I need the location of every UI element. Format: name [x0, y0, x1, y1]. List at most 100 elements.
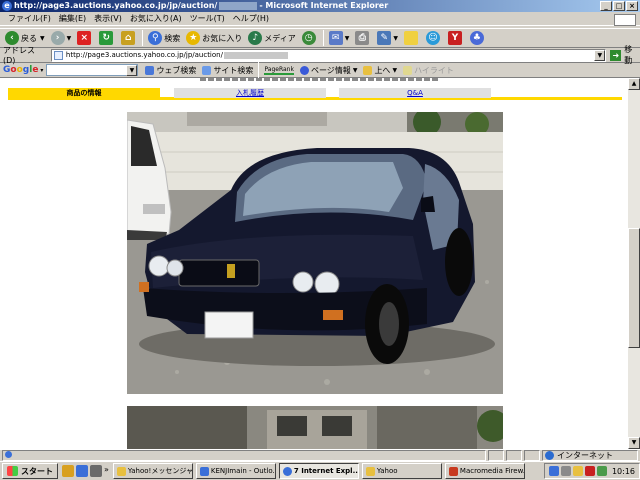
print-icon: ⎙ [355, 31, 370, 45]
web-search-label: ウェブ検索 [156, 65, 197, 75]
menu-edit[interactable]: 編集(E) [55, 12, 90, 26]
media-button[interactable]: ♪ メディア [245, 29, 298, 47]
tray-icon[interactable] [548, 466, 559, 476]
menu-favorites[interactable]: お気に入り(A) [126, 12, 186, 26]
tray-icon[interactable] [596, 466, 607, 476]
auction-tabs: 商品の情報 入札履歴 Q&A [8, 88, 622, 100]
discuss-button[interactable] [401, 29, 423, 47]
home-icon: ⌂ [121, 31, 136, 45]
quick-launch-icon[interactable] [90, 465, 102, 477]
taskbar: スタート » Yahoo!メッセンジャー KENJImain - Outlo..… [0, 461, 640, 480]
address-input[interactable]: http://page3.auctions.yahoo.co.jp/jp/auc… [50, 48, 607, 62]
menu-view[interactable]: 表示(V) [90, 12, 126, 26]
windows-logo-icon [614, 14, 636, 26]
forward-arrow-icon: › [50, 31, 65, 45]
security-zone: インターネット [542, 450, 638, 461]
car-photo-second [127, 406, 503, 449]
site-search-label: サイト検索 [213, 65, 254, 75]
site-search-icon [202, 65, 212, 75]
search-button[interactable]: ⚲ 検索 [145, 29, 183, 47]
vertical-scrollbar[interactable]: ▲ ▼ [628, 78, 640, 449]
stop-icon: × [77, 31, 92, 45]
tab-bid-history[interactable]: 入札履歴 [174, 88, 326, 98]
search-label: 検索 [164, 33, 181, 43]
web-search-button[interactable]: ウェブ検索 [142, 65, 199, 76]
menu-bar: ファイル(F) 編集(E) 表示(V) お気に入り(A) ツール(T) ヘルプ(… [0, 12, 640, 26]
forward-button[interactable]: › ▼ [48, 29, 75, 47]
print-button[interactable]: ⎙ [352, 29, 374, 47]
pagerank-label: PageRank [264, 65, 294, 75]
quick-launch-icon[interactable] [76, 465, 88, 477]
google-search-input[interactable]: ▼ [46, 64, 139, 76]
scroll-down-button[interactable]: ▼ [628, 437, 640, 449]
page-info-dropdown-icon: ▼ [352, 66, 358, 74]
task-button-outlook[interactable]: KENJImain - Outlo... [195, 463, 276, 479]
car-photo [127, 112, 503, 394]
pagerank-indicator[interactable]: PageRank [261, 66, 297, 75]
status-cell [506, 450, 522, 461]
address-url: http://page3.auctions.yahoo.co.jp/jp/auc… [65, 51, 223, 59]
task-label: Yahoo [376, 467, 398, 475]
maximize-button[interactable]: □ [613, 1, 625, 11]
people-button[interactable]: ♣ [467, 29, 489, 47]
menu-help[interactable]: ヘルプ(H) [229, 12, 273, 26]
scroll-thumb[interactable] [628, 228, 640, 348]
page-info-button[interactable]: ページ情報 ▼ [297, 65, 360, 76]
google-logo[interactable]: Google [3, 65, 38, 75]
close-button[interactable]: × [626, 1, 638, 11]
clock[interactable]: 10:16 [612, 467, 635, 476]
task-label: 7 Internet Expl... [293, 467, 359, 475]
clipped-text-line [200, 78, 440, 81]
media-icon: ♪ [248, 31, 263, 45]
menu-tools[interactable]: ツール(T) [186, 12, 229, 26]
up-dropdown-icon: ▼ [392, 66, 398, 74]
minimize-button[interactable]: _ [600, 1, 612, 11]
status-bar: インターネット [0, 449, 640, 461]
title-app: - Microsoft Internet Explorer [259, 1, 389, 10]
edit-button[interactable]: ✎ ▼ [374, 29, 401, 47]
refresh-button[interactable]: ↻ [96, 29, 118, 47]
quick-launch: » [62, 465, 109, 477]
google-menu-icon[interactable]: ▾ [40, 67, 43, 74]
page-icon [53, 50, 63, 60]
task-button-ie[interactable]: 7 Internet Expl...▼ [278, 463, 359, 479]
web-search-icon [145, 65, 155, 75]
start-button[interactable]: スタート [2, 463, 58, 479]
up-button[interactable]: 上へ ▼ [360, 65, 400, 76]
toolbar-separator [322, 30, 324, 46]
folder-up-icon [363, 65, 373, 75]
scroll-up-button[interactable]: ▲ [628, 78, 640, 90]
menu-file[interactable]: ファイル(F) [4, 12, 55, 26]
globe-icon [545, 451, 554, 460]
fireworks-icon [448, 466, 458, 476]
favorites-button[interactable]: ★ お気に入り [183, 29, 245, 47]
stop-button[interactable]: × [74, 29, 96, 47]
task-button-messenger[interactable]: Yahoo!メッセンジャー [112, 463, 193, 479]
title-url: http://page3.auctions.yahoo.co.jp/jp/auc… [14, 1, 218, 10]
messenger-button[interactable]: ☺ [423, 29, 445, 47]
task-button-fireworks[interactable]: Macromedia Firew... [444, 463, 525, 479]
task-button-yahoo[interactable]: Yahoo [361, 463, 442, 479]
home-button[interactable]: ⌂ [118, 29, 140, 47]
status-cell [488, 450, 504, 461]
yahoo-button[interactable]: Y [445, 29, 467, 47]
tray-icon[interactable] [584, 466, 595, 476]
google-separator [258, 62, 260, 78]
toolbar-separator [142, 30, 144, 46]
history-button[interactable]: ◷ [299, 29, 321, 47]
tray-icon[interactable] [560, 466, 571, 476]
address-dropdown-button[interactable]: ▼ [594, 49, 606, 61]
tray-icon[interactable] [572, 466, 583, 476]
google-search-dropdown[interactable]: ▼ [126, 65, 138, 76]
site-search-button[interactable]: サイト検索 [199, 65, 256, 76]
tab-item-info[interactable]: 商品の情報 [8, 88, 160, 98]
address-label: アドレス(D) [3, 46, 35, 65]
outlook-icon [199, 466, 209, 476]
quick-launch-more-icon[interactable]: » [104, 465, 109, 477]
mail-button[interactable]: ✉ ▼ [326, 29, 353, 47]
task-label: Yahoo!メッセンジャー [127, 467, 193, 475]
status-cell [524, 450, 540, 461]
highlight-button[interactable]: ハイライト [400, 65, 457, 76]
tab-qa[interactable]: Q&A [339, 88, 491, 98]
quick-launch-icon[interactable] [62, 465, 74, 477]
